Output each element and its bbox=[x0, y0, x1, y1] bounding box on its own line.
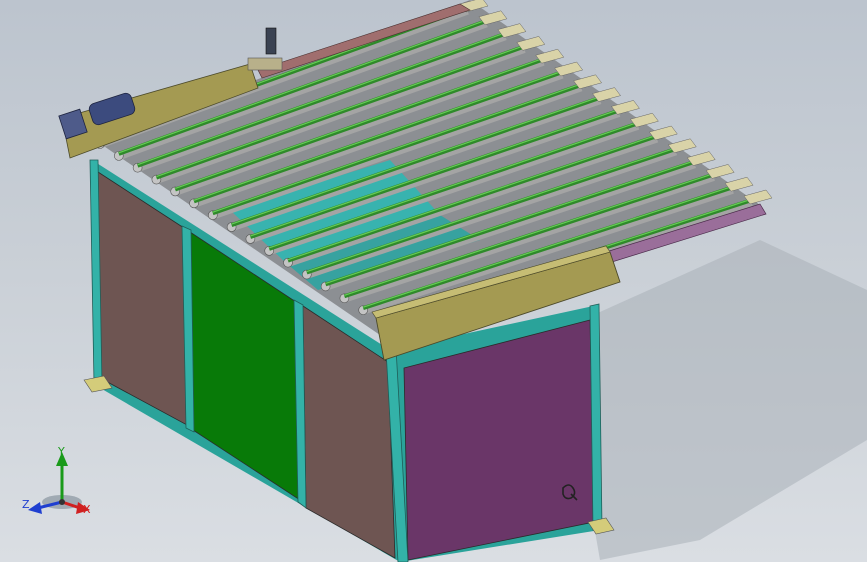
sensor-post[interactable] bbox=[265, 27, 277, 55]
belt-end-block bbox=[667, 138, 697, 154]
ground-shadow bbox=[560, 240, 867, 560]
axis-label-y: Y bbox=[58, 445, 65, 458]
cad-viewport[interactable]: Y Z X bbox=[0, 0, 867, 562]
sensor-bracket bbox=[247, 57, 283, 71]
side-panel-green[interactable] bbox=[189, 231, 301, 501]
axis-label-x: X bbox=[83, 503, 91, 516]
coordinate-triad-icon[interactable] bbox=[28, 452, 90, 514]
conveyor-table-model[interactable] bbox=[0, 0, 867, 562]
belt-end-block bbox=[724, 176, 754, 192]
belt-end-block bbox=[743, 189, 773, 205]
belt-end-block bbox=[611, 100, 640, 115]
belt-end-block bbox=[648, 125, 678, 141]
belt-end-block bbox=[705, 164, 735, 179]
belt-end-block bbox=[629, 112, 659, 128]
axis-label-z: Z bbox=[22, 498, 30, 511]
belt-end-block bbox=[686, 151, 716, 166]
